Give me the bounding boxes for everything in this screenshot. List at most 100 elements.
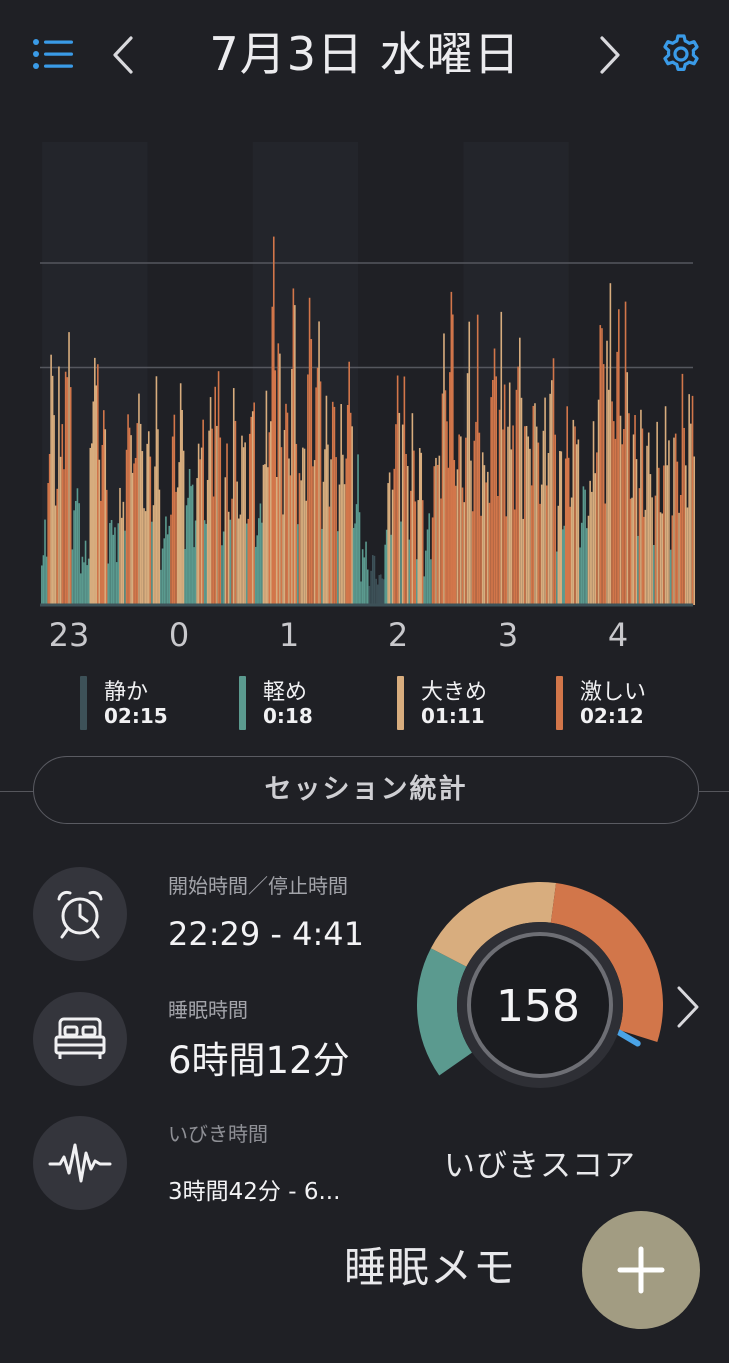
snore-bar [354,523,356,605]
snore-bar [324,449,326,605]
snore-bar [673,437,675,605]
snore-bar [495,376,498,605]
snore-bar [193,547,195,605]
next-day-button[interactable] [592,30,628,80]
snore-bar [349,412,352,605]
snore-score-label: いびきスコア [444,1148,636,1184]
snore-bar [120,517,123,605]
snore-bar [227,511,230,605]
snore-bar [219,437,222,605]
snore-bar [490,397,492,605]
add-sleep-memo-button[interactable] [582,1211,700,1329]
snore-bar [161,548,164,605]
legend-value: 02:12 [580,704,644,728]
snore-bar [122,501,125,605]
legend-swatch [239,676,246,730]
settings-button[interactable] [656,28,706,80]
snore-bar [503,384,506,605]
snore-bar [155,376,158,605]
snore-bar [411,413,414,605]
snore-bar [265,390,268,605]
snore-bar [295,443,298,605]
snore-bar [649,474,652,605]
snore-bar [370,570,372,605]
snore-bar [502,429,504,605]
snore-bar [456,469,459,605]
previous-day-button[interactable] [105,30,141,80]
snore-bar [212,496,215,605]
snore-bar [431,517,434,605]
snore-bar [258,518,260,605]
snore-bar [152,505,155,605]
snore-bar [92,401,95,605]
snore-bar [355,504,358,605]
snore-bar [147,431,150,605]
snore-bar [690,423,692,605]
legend-value: 01:11 [421,704,485,728]
snore-bar [530,485,533,605]
sleep-memo-label: 睡眠メモ [344,1243,517,1292]
snore-bar [178,462,180,605]
snore-bar [428,513,431,605]
snore-bar [360,581,362,605]
snore-bar [498,409,501,605]
snore-bar [292,288,295,605]
snore-bar [217,371,220,605]
session-stats-button[interactable]: セッション統計 [33,756,699,824]
snore-bar [128,427,131,605]
snore-bar [229,519,232,605]
snore-bar [676,461,679,605]
snore-bar [476,314,479,605]
snore-bar [406,465,409,605]
snore-bar [508,382,511,605]
snore-bar [587,515,590,605]
snore-bar [89,447,92,605]
snore-bar [163,538,166,605]
snore-bar [107,563,110,605]
snore-bar [114,527,116,605]
snore-bar [580,522,583,605]
snore-bar [436,464,439,605]
menu-button[interactable] [30,34,76,74]
legend-label: 軽め [263,680,308,705]
snore-chart-plot [40,142,696,607]
snore-bar [466,373,469,605]
snore-bar [56,488,59,605]
snore-bar [371,555,374,605]
snore-bar [300,480,302,605]
snore-bar [401,424,404,605]
snore-bar [500,311,503,605]
app-root: 7月3日 水曜日 23 0 1 2 3 4 静か 02:15 軽め 0:18 大… [0,0,729,1363]
snore-bar [333,406,336,605]
snore-bar [539,503,541,605]
snore-bar [632,434,635,605]
snore-bar [208,430,210,605]
snore-bar [566,406,568,605]
snore-bar [45,556,48,605]
snore-bar [574,426,576,605]
snore-bar [71,549,74,605]
snore-bar [529,448,531,605]
snore-bar [609,283,612,605]
snore-bar [117,523,120,605]
snore-bar [41,565,43,605]
snore-bar [384,544,386,605]
snore-bar [66,377,69,605]
snore-bar [631,497,633,605]
snore-bar [400,521,402,605]
snore-bar [238,518,240,605]
snore-bar [679,494,682,605]
snore-bar [661,513,663,605]
snore-bar [473,440,476,605]
sleep-duration-icon-circle [33,992,127,1086]
snore-score-next-button[interactable] [670,980,706,1034]
snore-bar [361,549,364,605]
snore-bar [460,436,462,605]
snore-bar [203,520,206,605]
legend-value: 02:15 [104,704,168,728]
snore-bar [561,529,564,605]
snore-bar [261,522,263,605]
snore-bar [463,502,465,605]
snore-bar [338,484,341,605]
snore-bar [470,460,472,605]
